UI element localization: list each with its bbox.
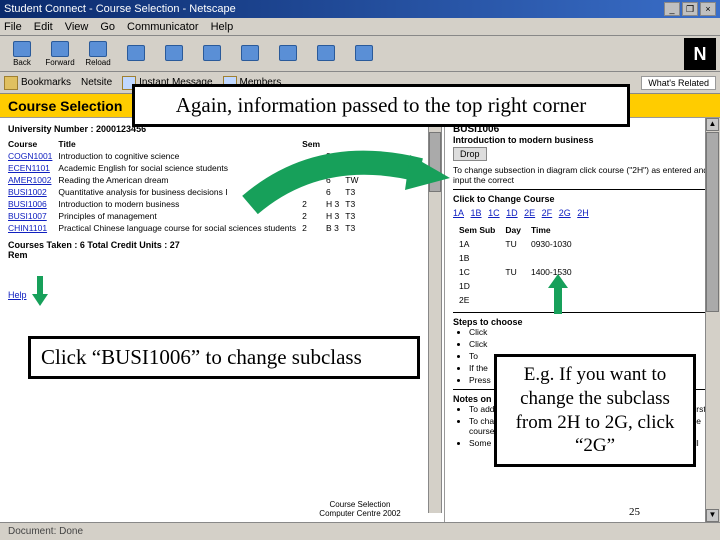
print-button[interactable]	[232, 38, 268, 70]
security-button[interactable]	[270, 38, 306, 70]
close-button[interactable]: ×	[700, 2, 716, 16]
bookmarks-icon	[4, 76, 18, 90]
course-link[interactable]: BUSI1002	[8, 186, 58, 198]
curved-arrow-icon	[240, 150, 460, 220]
bookmarks-group[interactable]: Bookmarks	[4, 76, 71, 90]
table-header-row: Course Title Sem	[8, 138, 365, 150]
scroll-up-button[interactable]: ▲	[706, 118, 719, 131]
course-link-busi1006[interactable]: BUSI1006	[8, 198, 58, 210]
help-link[interactable]: Help	[8, 290, 436, 300]
subclass-link[interactable]: 1D	[506, 208, 518, 218]
right-scrollbar[interactable]: ▲ ▼	[705, 118, 720, 522]
whats-related-button[interactable]: What's Related	[641, 76, 716, 90]
step-item: Click	[469, 339, 712, 349]
menu-help[interactable]: Help	[211, 21, 234, 33]
slide-number: 25	[629, 506, 640, 518]
window-titlebar: Student Connect - Course Selection - Net…	[0, 0, 720, 18]
subclass-list: 1A 1B 1C 1D 2E 2F 2G 2H	[453, 208, 712, 218]
subclass-link[interactable]: 2F	[542, 208, 553, 218]
shop-button[interactable]	[308, 38, 344, 70]
forward-label: Forward	[45, 58, 74, 67]
security-icon	[279, 45, 297, 61]
guide-icon	[203, 45, 221, 61]
schedule-row: 1ATU0930-1030	[455, 238, 576, 250]
annotation-top: Again, information passed to the top rig…	[132, 84, 630, 127]
scrollbar-thumb[interactable]	[706, 132, 719, 312]
remark-label: Rem	[8, 250, 436, 260]
status-text: Document: Done	[8, 526, 83, 537]
detail-title: Introduction to modern business	[453, 135, 712, 145]
shop-icon	[317, 45, 335, 61]
subclass-link[interactable]: 2E	[524, 208, 535, 218]
netscape-logo: N	[684, 38, 716, 70]
reload-button[interactable]: Reload	[80, 38, 116, 70]
course-link[interactable]: BUSI1007	[8, 210, 58, 222]
home-button[interactable]	[118, 38, 154, 70]
maximize-button[interactable]: ❐	[682, 2, 698, 16]
footer-line1: Course Selection	[290, 500, 430, 509]
netsite-group: Netsite	[81, 77, 112, 88]
status-bar: Document: Done	[0, 522, 720, 540]
subclass-link[interactable]: 1C	[488, 208, 500, 218]
search-button[interactable]	[156, 38, 192, 70]
course-link[interactable]: CHIN1101	[8, 222, 58, 234]
search-icon	[165, 45, 183, 61]
course-link[interactable]: COGN1001	[8, 150, 58, 162]
window-title: Student Connect - Course Selection - Net…	[4, 3, 236, 15]
annotation-left: Click “BUSI1006” to change subclass	[28, 336, 420, 379]
steps-title: Steps to choose	[453, 317, 712, 327]
bookmarks-label: Bookmarks	[21, 77, 71, 88]
stop-icon	[355, 45, 373, 61]
menu-bar: File Edit View Go Communicator Help	[0, 18, 720, 36]
back-icon	[13, 41, 31, 57]
col-course: Course	[8, 138, 58, 150]
click-to-change-title: Click to Change Course	[453, 194, 712, 204]
subclass-link[interactable]: 1B	[471, 208, 482, 218]
home-icon	[127, 45, 145, 61]
annotation-right: E.g. If you want to change the subclass …	[494, 354, 696, 467]
col-title: Title	[58, 138, 302, 150]
forward-button[interactable]: Forward	[42, 38, 78, 70]
stop-button[interactable]	[346, 38, 382, 70]
course-summary: Courses Taken : 6 Total Credit Units : 2…	[8, 240, 436, 250]
page-footer: Course Selection Computer Centre 2002	[290, 500, 430, 518]
change-note: To change subsection in diagram click co…	[453, 165, 712, 185]
menu-go[interactable]: Go	[100, 21, 115, 33]
col-sem: Sem	[302, 138, 326, 150]
main-toolbar: Back Forward Reload N	[0, 36, 720, 72]
forward-icon	[51, 41, 69, 57]
menu-edit[interactable]: Edit	[34, 21, 53, 33]
schedule-row: 1B	[455, 252, 576, 264]
down-arrow-icon	[32, 276, 48, 306]
up-arrow-icon	[548, 274, 568, 314]
menu-view[interactable]: View	[65, 21, 89, 33]
back-button[interactable]: Back	[4, 38, 40, 70]
netsite-label: Netsite	[81, 77, 112, 88]
course-link[interactable]: AMER1002	[8, 174, 58, 186]
menu-file[interactable]: File	[4, 21, 22, 33]
footer-line2: Computer Centre 2002	[290, 509, 430, 518]
step-item: Click	[469, 327, 712, 337]
back-label: Back	[13, 58, 31, 67]
reload-label: Reload	[85, 58, 110, 67]
table-row: CHIN1101Practical Chinese language cours…	[8, 222, 365, 234]
course-link[interactable]: ECEN1101	[8, 162, 58, 174]
subclass-link-2h[interactable]: 2H	[577, 208, 589, 218]
print-icon	[241, 45, 259, 61]
guide-button[interactable]	[194, 38, 230, 70]
window-controls: _ ❐ ×	[664, 2, 716, 16]
menu-communicator[interactable]: Communicator	[127, 21, 199, 33]
subclass-link-2g[interactable]: 2G	[559, 208, 571, 218]
minimize-button[interactable]: _	[664, 2, 680, 16]
reload-icon	[89, 41, 107, 57]
scroll-down-button[interactable]: ▼	[706, 509, 719, 522]
